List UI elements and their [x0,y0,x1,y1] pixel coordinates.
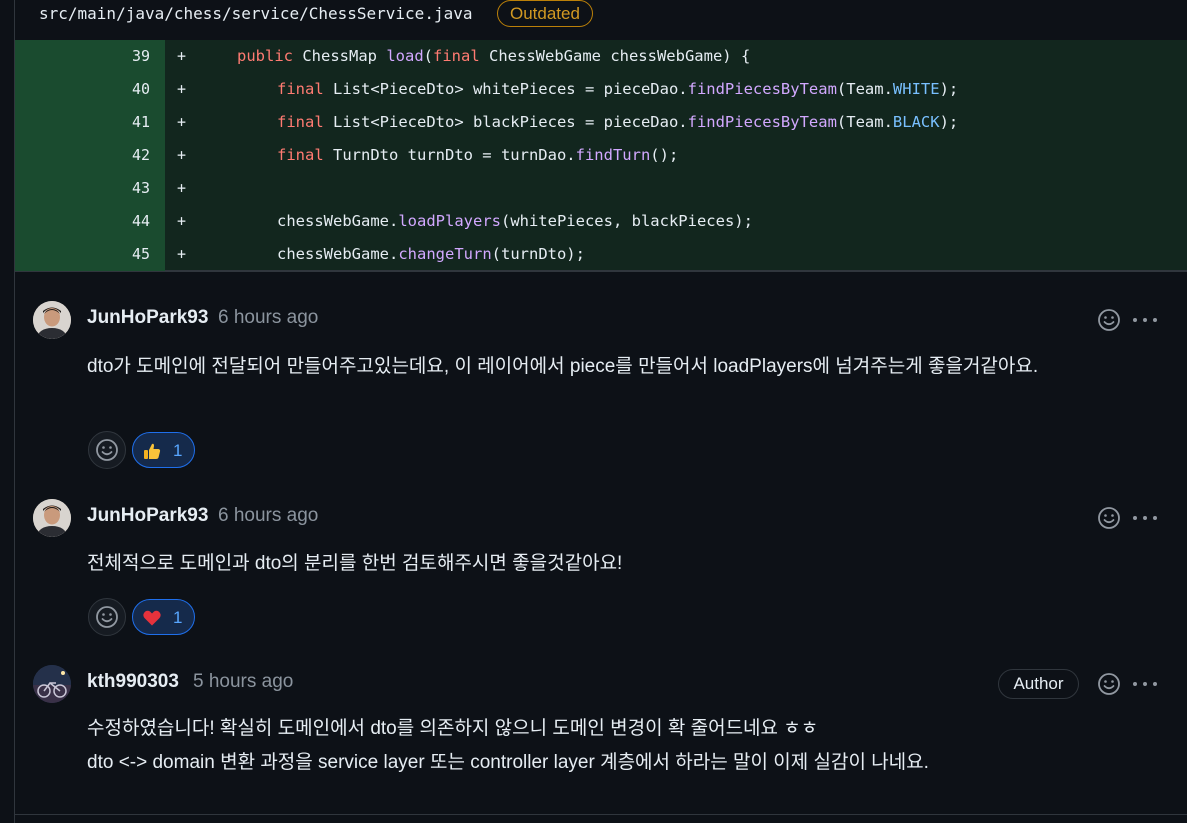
code-line: 44 + chessWebGame.loadPlayers(whitePiece… [15,205,1187,238]
avatar[interactable] [33,499,71,537]
more-options-icon[interactable] [1131,307,1159,333]
reaction-thumbs-up[interactable]: 1 [132,432,195,468]
diff-marker: + [177,47,187,65]
smiley-icon [96,439,118,461]
code-token: (whitePieces, blackPieces); [500,212,753,230]
divider [14,271,1187,272]
review-comment: kth990303 5 hours ago Author 수정하였습니다! 확실… [15,654,1187,804]
author-badge: Author [998,669,1079,699]
code-line: 39 + public ChessMap load(final ChessWeb… [15,40,1187,73]
code-function: changeTurn [398,245,492,263]
code-token: List<PieceDto> whitePieces = pieceDao. [333,80,688,98]
add-reaction-icon[interactable] [1096,671,1122,697]
line-number[interactable]: 43 [15,172,165,205]
code-keyword: public [237,47,303,65]
diff-marker: + [177,179,187,197]
code-text: final List<PieceDto> blackPieces = piece… [277,106,958,139]
code-function: findTurn [575,146,651,164]
code-line: 41 + final List<PieceDto> blackPieces = … [15,106,1187,139]
smiley-icon [96,606,118,628]
add-reaction-icon[interactable] [1096,307,1122,333]
heart-icon [143,610,161,626]
comment-timestamp[interactable]: 6 hours ago [218,305,318,331]
comment-body-line: 수정하였습니다! 확실히 도메인에서 dto를 의존하지 않으니 도메인 변경이… [87,718,819,739]
code-line: 45 + chessWebGame.changeTurn(turnDto); [15,238,1187,271]
reaction-count: 1 [173,441,183,460]
code-token: (Team. [836,80,893,98]
line-number[interactable]: 41 [15,106,165,139]
code-text: final TurnDto turnDto = turnDao.findTurn… [277,139,678,172]
code-token: chessWebGame. [277,212,399,230]
code-constant: WHITE [892,80,940,98]
code-token: (Team. [836,113,893,131]
diff-marker: + [177,245,187,263]
diff-marker: + [177,80,187,98]
add-reaction-button[interactable] [88,431,126,469]
comment-author[interactable]: JunHoPark93 [87,305,208,331]
reaction-count: 1 [173,608,183,627]
review-comment: JunHoPark93 6 hours ago 전체적으로 도메인과 dto의 … [15,488,1187,648]
thread-border-bottom [14,814,1187,815]
code-token: List<PieceDto> blackPieces = pieceDao. [333,113,688,131]
line-number[interactable]: 39 [15,40,165,73]
code-text: chessWebGame.changeTurn(turnDto); [277,238,585,271]
avatar[interactable] [33,301,71,339]
code-keyword: final [277,146,333,164]
comment-body-line: dto <-> domain 변환 과정을 service layer 또는 c… [87,752,929,773]
line-number[interactable]: 42 [15,139,165,172]
code-function: load [386,47,424,65]
comment-timestamp[interactable]: 6 hours ago [218,503,318,529]
line-number[interactable]: 45 [15,238,165,271]
code-token: ChessMap [302,47,387,65]
review-comment: JunHoPark93 6 hours ago dto가 도메인에 전달되어 만… [15,290,1187,480]
code-token: ChessWebGame chessWebGame) { [489,47,751,65]
code-function: loadPlayers [398,212,501,230]
code-line: 40 + final List<PieceDto> whitePieces = … [15,73,1187,106]
thumbs-up-icon [144,443,161,459]
reaction-heart[interactable]: 1 [132,599,195,635]
add-reaction-icon[interactable] [1096,505,1122,531]
file-header: src/main/java/chess/service/ChessService… [14,0,1187,40]
diff-marker: + [177,146,187,164]
diff-marker: + [177,113,187,131]
code-keyword: final [433,47,489,65]
avatar[interactable] [33,665,71,703]
file-path[interactable]: src/main/java/chess/service/ChessService… [39,2,472,26]
comment-author[interactable]: kth990303 [87,669,179,695]
code-text: public ChessMap load(final ChessWebGame … [237,40,750,73]
code-line: 43 + [15,172,1187,205]
diff-marker: + [177,212,187,230]
add-reaction-button[interactable] [88,598,126,636]
code-token: TurnDto turnDto = turnDao. [333,146,576,164]
line-number[interactable]: 44 [15,205,165,238]
code-token: (); [650,146,679,164]
more-options-icon[interactable] [1131,505,1159,531]
code-diff: 39 + public ChessMap load(final ChessWeb… [14,40,1187,271]
code-keyword: final [277,113,333,131]
code-text: chessWebGame.loadPlayers(whitePieces, bl… [277,205,753,238]
code-token: chessWebGame. [277,245,399,263]
code-token: ( [423,47,433,65]
code-token: ); [939,113,959,131]
code-token: ); [939,80,959,98]
code-keyword: final [277,80,333,98]
code-function: findPiecesByTeam [687,80,837,98]
comment-body: 전체적으로 도메인과 dto의 분리를 한번 검토해주시면 좋을것같아요! [87,553,623,574]
code-line: 42 + final TurnDto turnDto = turnDao.fin… [15,139,1187,172]
more-options-icon[interactable] [1131,671,1159,697]
comment-body: dto가 도메인에 전달되어 만들어주고있는데요, 이 레이어에서 piece를… [87,356,1039,377]
code-text: final List<PieceDto> whitePieces = piece… [277,73,958,106]
comment-timestamp[interactable]: 5 hours ago [193,669,293,695]
code-token: (turnDto); [491,245,585,263]
line-number[interactable]: 40 [15,73,165,106]
comment-author[interactable]: JunHoPark93 [87,503,208,529]
outdated-badge: Outdated [497,0,593,27]
code-constant: BLACK [892,113,940,131]
code-function: findPiecesByTeam [687,113,837,131]
